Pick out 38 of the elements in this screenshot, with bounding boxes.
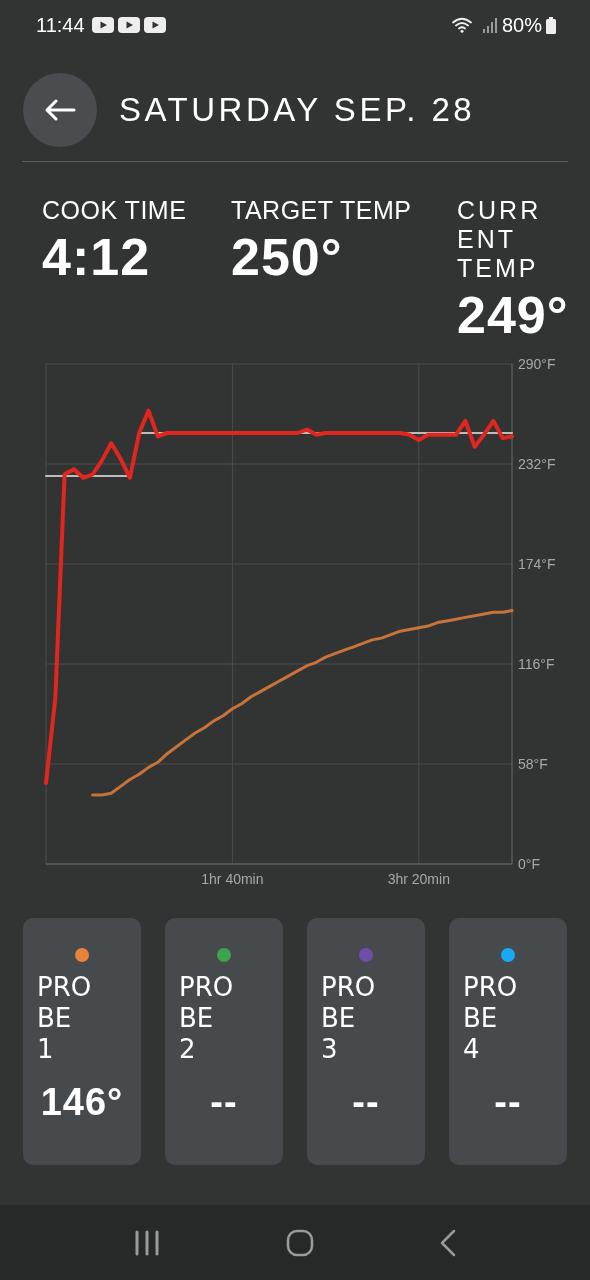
probe-name: PROBE 2 [179, 972, 235, 1065]
stat-label: TARGET TEMP [231, 196, 413, 225]
probe-name: PROBE 3 [321, 972, 377, 1065]
probe-temperature: -- [352, 1081, 380, 1124]
status-time: 11:44 [36, 13, 85, 37]
axis-label: 0°F [518, 856, 540, 872]
stat-value: 250° [231, 227, 344, 287]
video-play-icon [143, 17, 166, 33]
probe-card[interactable]: PROBE 4 -- [449, 918, 567, 1165]
back-icon[interactable] [439, 1228, 458, 1257]
home-icon[interactable] [286, 1228, 314, 1257]
battery-percent: 80% [501, 13, 542, 37]
axis-label: 116°F [518, 656, 555, 672]
page-title: SATURDAY SEP. 28 [119, 90, 476, 129]
video-play-icon [117, 17, 140, 33]
probe-card[interactable]: PROBE 3 -- [307, 918, 425, 1165]
probe-temperature: 146° [40, 1081, 124, 1124]
axis-label: 290°F [518, 356, 556, 372]
probe-temperature: -- [494, 1081, 522, 1124]
stat-label: COOK TIME [42, 196, 188, 225]
wifi-icon [451, 17, 472, 33]
axis-label: 58°F [518, 756, 548, 772]
axis-label: 1hr 40min [201, 871, 264, 887]
battery-icon [546, 16, 556, 34]
video-play-icon [91, 17, 114, 33]
axis-label: 174°F [518, 556, 556, 572]
probe-name: PROBE 1 [37, 972, 93, 1065]
probe-card[interactable]: PROBE 2 -- [165, 918, 283, 1165]
stat-label: CURRENT TEMP [457, 196, 543, 283]
probe-card[interactable]: PROBE 1 146° [23, 918, 141, 1165]
probe-temperature: -- [210, 1081, 238, 1124]
axis-label: 3hr 20min [387, 871, 450, 887]
stat-value: 249° [457, 285, 567, 345]
signal-icon [481, 17, 498, 33]
back-arrow-icon [44, 97, 76, 122]
axis-label: 232°F [518, 456, 556, 472]
stat-value: 4:12 [42, 227, 152, 287]
probe-name: PROBE 4 [463, 972, 519, 1065]
